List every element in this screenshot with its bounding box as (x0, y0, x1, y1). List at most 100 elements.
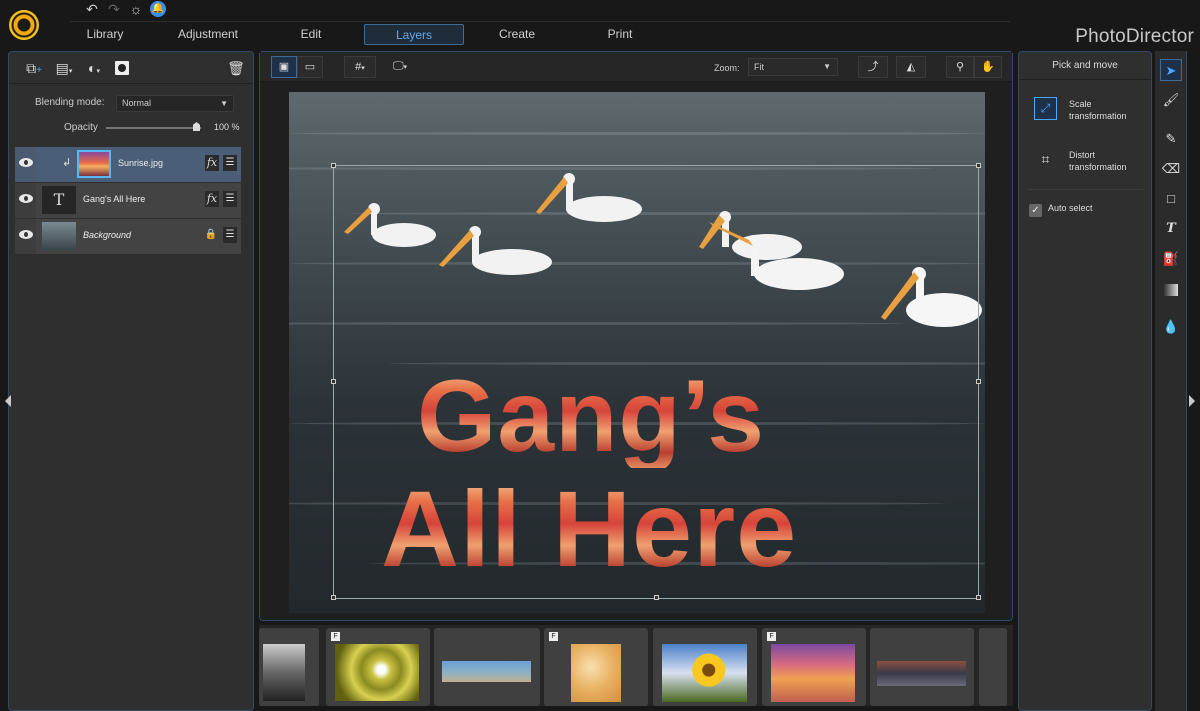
redo-icon[interactable]: ↷ (106, 1, 122, 17)
filmstrip-thumbnail (771, 644, 855, 702)
top-bar: ↶ ↷ ☼ 🔔 Library Adjustment Edit Layers C… (0, 0, 1200, 50)
layer-settings-icon[interactable]: ☰ (223, 155, 237, 171)
pan-tool-button[interactable]: ✋ (974, 56, 1002, 78)
fx-icon[interactable]: fx (205, 155, 219, 171)
filmstrip-thumbnail (442, 661, 531, 682)
tab-layers[interactable]: Layers (364, 24, 464, 45)
distort-transform-icon: ⌗ (1041, 151, 1050, 167)
tab-library[interactable]: Library (55, 24, 155, 45)
opacity-number: 100 (214, 122, 230, 132)
layer-name: Sunrise.jpg (118, 158, 164, 168)
zoom-select[interactable]: Fit ▼ (748, 58, 838, 76)
chevron-down-icon: ▼ (220, 99, 228, 108)
transform-handle[interactable] (976, 163, 981, 168)
eraser-icon[interactable]: ⌫ (1160, 158, 1182, 180)
transform-bounding-box[interactable] (333, 165, 979, 599)
zoom-label: Zoom: (714, 63, 740, 73)
distort-label-line-2: transformation (1069, 162, 1127, 172)
layer-row[interactable]: Background 🔒 ☰ (15, 219, 241, 254)
panel-title: Pick and move (1019, 52, 1151, 80)
transform-handle[interactable] (976, 379, 981, 384)
auto-select-checkbox[interactable]: ✓ (1029, 204, 1042, 217)
notification-icon[interactable]: 🔔 (150, 1, 166, 17)
lock-icon[interactable]: 🔒 (205, 229, 217, 240)
layers-toolbar: ⧉+ ▤▾ ◐▾ 🗑 (9, 52, 253, 84)
layer-body[interactable]: Background 🔒 ☰ (36, 219, 241, 254)
distort-label: Distort transformation (1069, 149, 1127, 173)
collapse-left-panel-arrow[interactable] (5, 395, 11, 407)
canvas-panel: ▣ ▭ #▾ 🖵▾ Zoom: Fit ▼ ⤴ ◭ ⚲ ✋ Gang’s All… (259, 51, 1013, 621)
opacity-label: Opacity (64, 122, 98, 133)
transform-handle[interactable] (654, 595, 659, 600)
settings-icon[interactable]: ☼ (128, 1, 144, 17)
filmstrip-thumbnail (877, 661, 966, 686)
edited-badge-icon: F (767, 632, 776, 641)
collapse-right-panel-arrow[interactable] (1189, 395, 1195, 407)
opacity-slider-handle[interactable] (193, 122, 200, 131)
layer-list: ↲ Sunrise.jpg fx ☰ T Gang's All Here fx … (15, 147, 241, 255)
blending-mode-select[interactable]: Normal ▼ (116, 95, 234, 112)
visibility-eye-icon[interactable] (19, 194, 33, 203)
trash-icon[interactable]: 🗑 (227, 59, 245, 77)
filmstrip-item[interactable]: F (326, 628, 430, 706)
visibility-eye-icon[interactable] (19, 230, 33, 239)
rectangle-icon[interactable]: □ (1160, 188, 1182, 210)
brand-name: PhotoDirector (1075, 26, 1194, 47)
filmstrip-item[interactable]: F (544, 628, 648, 706)
layer-row[interactable]: ↲ Sunrise.jpg fx ☰ (15, 147, 241, 182)
tab-adjustment[interactable]: Adjustment (158, 24, 258, 45)
view-single-button[interactable]: ▭ (297, 56, 323, 78)
add-layer-icon[interactable]: ⧉+ (25, 59, 43, 77)
tab-create[interactable]: Create (467, 24, 567, 45)
layer-settings-icon[interactable]: ☰ (223, 191, 237, 207)
filmstrip-item[interactable] (979, 628, 1007, 706)
filmstrip-item[interactable] (259, 628, 319, 706)
fx-icon[interactable]: fx (205, 191, 219, 207)
transform-handle[interactable] (976, 595, 981, 600)
visibility-eye-icon[interactable] (19, 158, 33, 167)
layer-menu-icon[interactable]: ▤▾ (55, 59, 73, 77)
divider (1027, 189, 1143, 190)
layer-settings-icon[interactable]: ☰ (223, 227, 237, 243)
flip-button[interactable]: ◭ (896, 56, 926, 78)
monitor-button[interactable]: 🖵▾ (386, 56, 414, 78)
layer-body[interactable]: T Gang's All Here fx ☰ (36, 183, 241, 218)
layer-thumbnail-sunrise (77, 150, 111, 178)
tab-edit[interactable]: Edit (261, 24, 361, 45)
filmstrip-thumbnail (263, 644, 305, 701)
opacity-slider-track[interactable] (106, 127, 201, 129)
zoom-tool-button[interactable]: ⚲ (946, 56, 974, 78)
drop-icon[interactable]: 💧 (1160, 316, 1182, 338)
view-with-filmstrip-button[interactable]: ▣ (271, 56, 297, 78)
text-icon[interactable]: T (1160, 218, 1182, 240)
canvas-image[interactable]: Gang’s All Here (289, 92, 985, 613)
layers-panel: ⧉+ ▤▾ ◐▾ 🗑 Blending mode: Normal ▼ Opaci… (8, 51, 254, 711)
layer-row[interactable]: T Gang's All Here fx ☰ (15, 183, 241, 218)
pick-move-icon[interactable]: ➤ (1160, 59, 1182, 81)
tab-print[interactable]: Print (570, 24, 670, 45)
transform-handle[interactable] (331, 163, 336, 168)
undo-icon[interactable]: ↶ (84, 1, 100, 17)
mask-icon[interactable] (115, 61, 129, 75)
filmstrip-item[interactable] (434, 628, 540, 706)
filmstrip-item[interactable] (870, 628, 974, 706)
transform-handle[interactable] (331, 595, 336, 600)
adjustment-icon[interactable]: ◐▾ (85, 59, 103, 77)
layer-body[interactable]: ↲ Sunrise.jpg fx ☰ (36, 147, 241, 182)
rotate-button[interactable]: ⤴ (858, 56, 888, 78)
brush-select-icon[interactable]: 🖌 (1160, 89, 1182, 111)
text-layer-icon: T (42, 186, 76, 214)
blending-mode-value: Normal (122, 98, 152, 108)
pencil-icon[interactable]: ✎ (1160, 128, 1182, 150)
gradient-icon[interactable] (1160, 278, 1182, 300)
app-logo (9, 10, 39, 40)
transform-handle[interactable] (331, 379, 336, 384)
canvas-toolbar: ▣ ▭ #▾ 🖵▾ Zoom: Fit ▼ ⤴ ◭ ⚲ ✋ (260, 52, 1012, 82)
grid-button[interactable]: #▾ (344, 56, 376, 78)
filmstrip-item[interactable] (653, 628, 757, 706)
filmstrip-item[interactable]: F (762, 628, 866, 706)
fill-bucket-icon[interactable]: ⛽ (1160, 248, 1182, 270)
layer-thumbnail-background (42, 222, 76, 250)
scale-label-line-2: transformation (1069, 111, 1127, 121)
tool-strip: ➤ 🖌 ✎ ⌫ □ T ⛽ 💧 (1155, 51, 1187, 711)
